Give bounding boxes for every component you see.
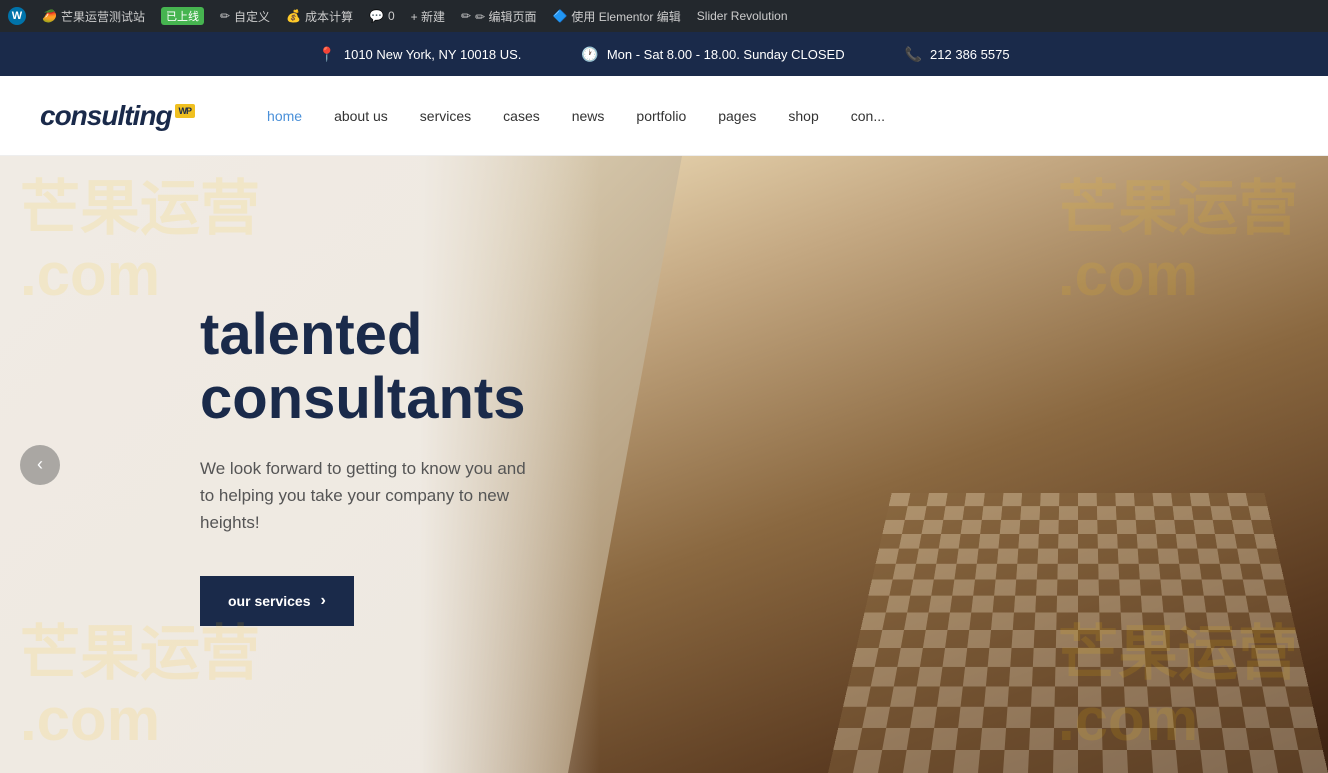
edit-page-label: ✏ 编辑页面 xyxy=(475,8,536,25)
header: consultingWP home about us services case… xyxy=(0,76,1328,156)
main-nav: home about us services cases news portfo… xyxy=(255,100,897,132)
hero-subtitle: We look forward to getting to know you a… xyxy=(200,455,540,537)
nav-home[interactable]: home xyxy=(255,100,314,132)
phone-item: 📞 212 386 5575 xyxy=(905,46,1010,63)
admin-bar: W 🥭 芒果运营测试站 已上线 ✏ 自定义 💰 成本计算 💬 0 + 新建 ✏ … xyxy=(0,0,1328,32)
nav-pages[interactable]: pages xyxy=(706,100,768,132)
nav-shop[interactable]: shop xyxy=(776,100,830,132)
address-text: 1010 New York, NY 10018 US. xyxy=(344,47,522,62)
hero-prev-button[interactable]: ‹ xyxy=(20,445,60,485)
elementor-icon: 🔷 xyxy=(552,9,567,23)
prev-arrow-icon: ‹ xyxy=(37,454,43,475)
hours-text: Mon - Sat 8.00 - 18.00. Sunday CLOSED xyxy=(607,47,845,62)
pencil-icon: ✏ xyxy=(220,9,230,23)
nav-cases[interactable]: cases xyxy=(491,100,552,132)
new-button[interactable]: + 新建 xyxy=(411,8,445,25)
hero-content: talented consultants We look forward to … xyxy=(0,156,600,773)
address-item: 📍 1010 New York, NY 10018 US. xyxy=(318,46,521,63)
nav-contact[interactable]: con... xyxy=(839,100,897,132)
hero-section: 芒果运营.com 芒果运营.com 芒果运营.com 芒果运营.com tale… xyxy=(0,156,1328,773)
elementor-button[interactable]: 🔷 使用 Elementor 编辑 xyxy=(552,8,680,25)
wp-icon: W xyxy=(8,7,26,25)
nav-services[interactable]: services xyxy=(408,100,483,132)
hero-btn-label: our services xyxy=(228,593,311,609)
wp-logo-button[interactable]: W xyxy=(8,7,26,25)
logo[interactable]: consultingWP xyxy=(40,100,195,132)
location-icon: 📍 xyxy=(318,46,335,63)
clock-icon: 🕐 xyxy=(581,46,598,63)
nav-portfolio[interactable]: portfolio xyxy=(624,100,698,132)
status-badge: 已上线 xyxy=(161,7,204,25)
comments-button[interactable]: 💬 0 xyxy=(369,9,395,23)
comments-count: 0 xyxy=(388,9,395,23)
our-services-button[interactable]: our services › xyxy=(200,576,354,626)
customize-label: 自定义 xyxy=(234,8,270,25)
elementor-label: 使用 Elementor 编辑 xyxy=(571,8,680,25)
edit-icon: ✏ xyxy=(461,9,471,23)
top-bar: 📍 1010 New York, NY 10018 US. 🕐 Mon - Sa… xyxy=(0,32,1328,76)
phone-text: 212 386 5575 xyxy=(930,47,1010,62)
hours-item: 🕐 Mon - Sat 8.00 - 18.00. Sunday CLOSED xyxy=(581,46,844,63)
comment-icon: 💬 xyxy=(369,9,384,23)
nav-about[interactable]: about us xyxy=(322,100,400,132)
status-button[interactable]: 已上线 xyxy=(161,7,204,25)
logo-wp-badge: WP xyxy=(175,104,196,118)
site-name-button[interactable]: 🥭 芒果运营测试站 xyxy=(42,8,145,25)
customize-button[interactable]: ✏ 自定义 xyxy=(220,8,270,25)
slider-label: Slider Revolution xyxy=(697,9,788,23)
site-name-label: 芒果运营测试站 xyxy=(61,8,145,25)
nav-news[interactable]: news xyxy=(560,100,617,132)
cost-label: 成本计算 xyxy=(305,8,353,25)
new-label: + 新建 xyxy=(411,8,445,25)
phone-icon: 📞 xyxy=(905,46,922,63)
cost-icon: 💰 xyxy=(286,9,301,23)
logo-text: consultingWP xyxy=(40,100,195,132)
mango-icon: 🥭 xyxy=(42,9,57,23)
hero-title: talented consultants xyxy=(200,303,540,431)
chess-pattern xyxy=(828,493,1328,773)
cost-button[interactable]: 💰 成本计算 xyxy=(286,8,353,25)
hero-btn-arrow: › xyxy=(321,592,326,610)
edit-page-button[interactable]: ✏ ✏ 编辑页面 xyxy=(461,8,536,25)
slider-revolution-button[interactable]: Slider Revolution xyxy=(697,9,788,23)
